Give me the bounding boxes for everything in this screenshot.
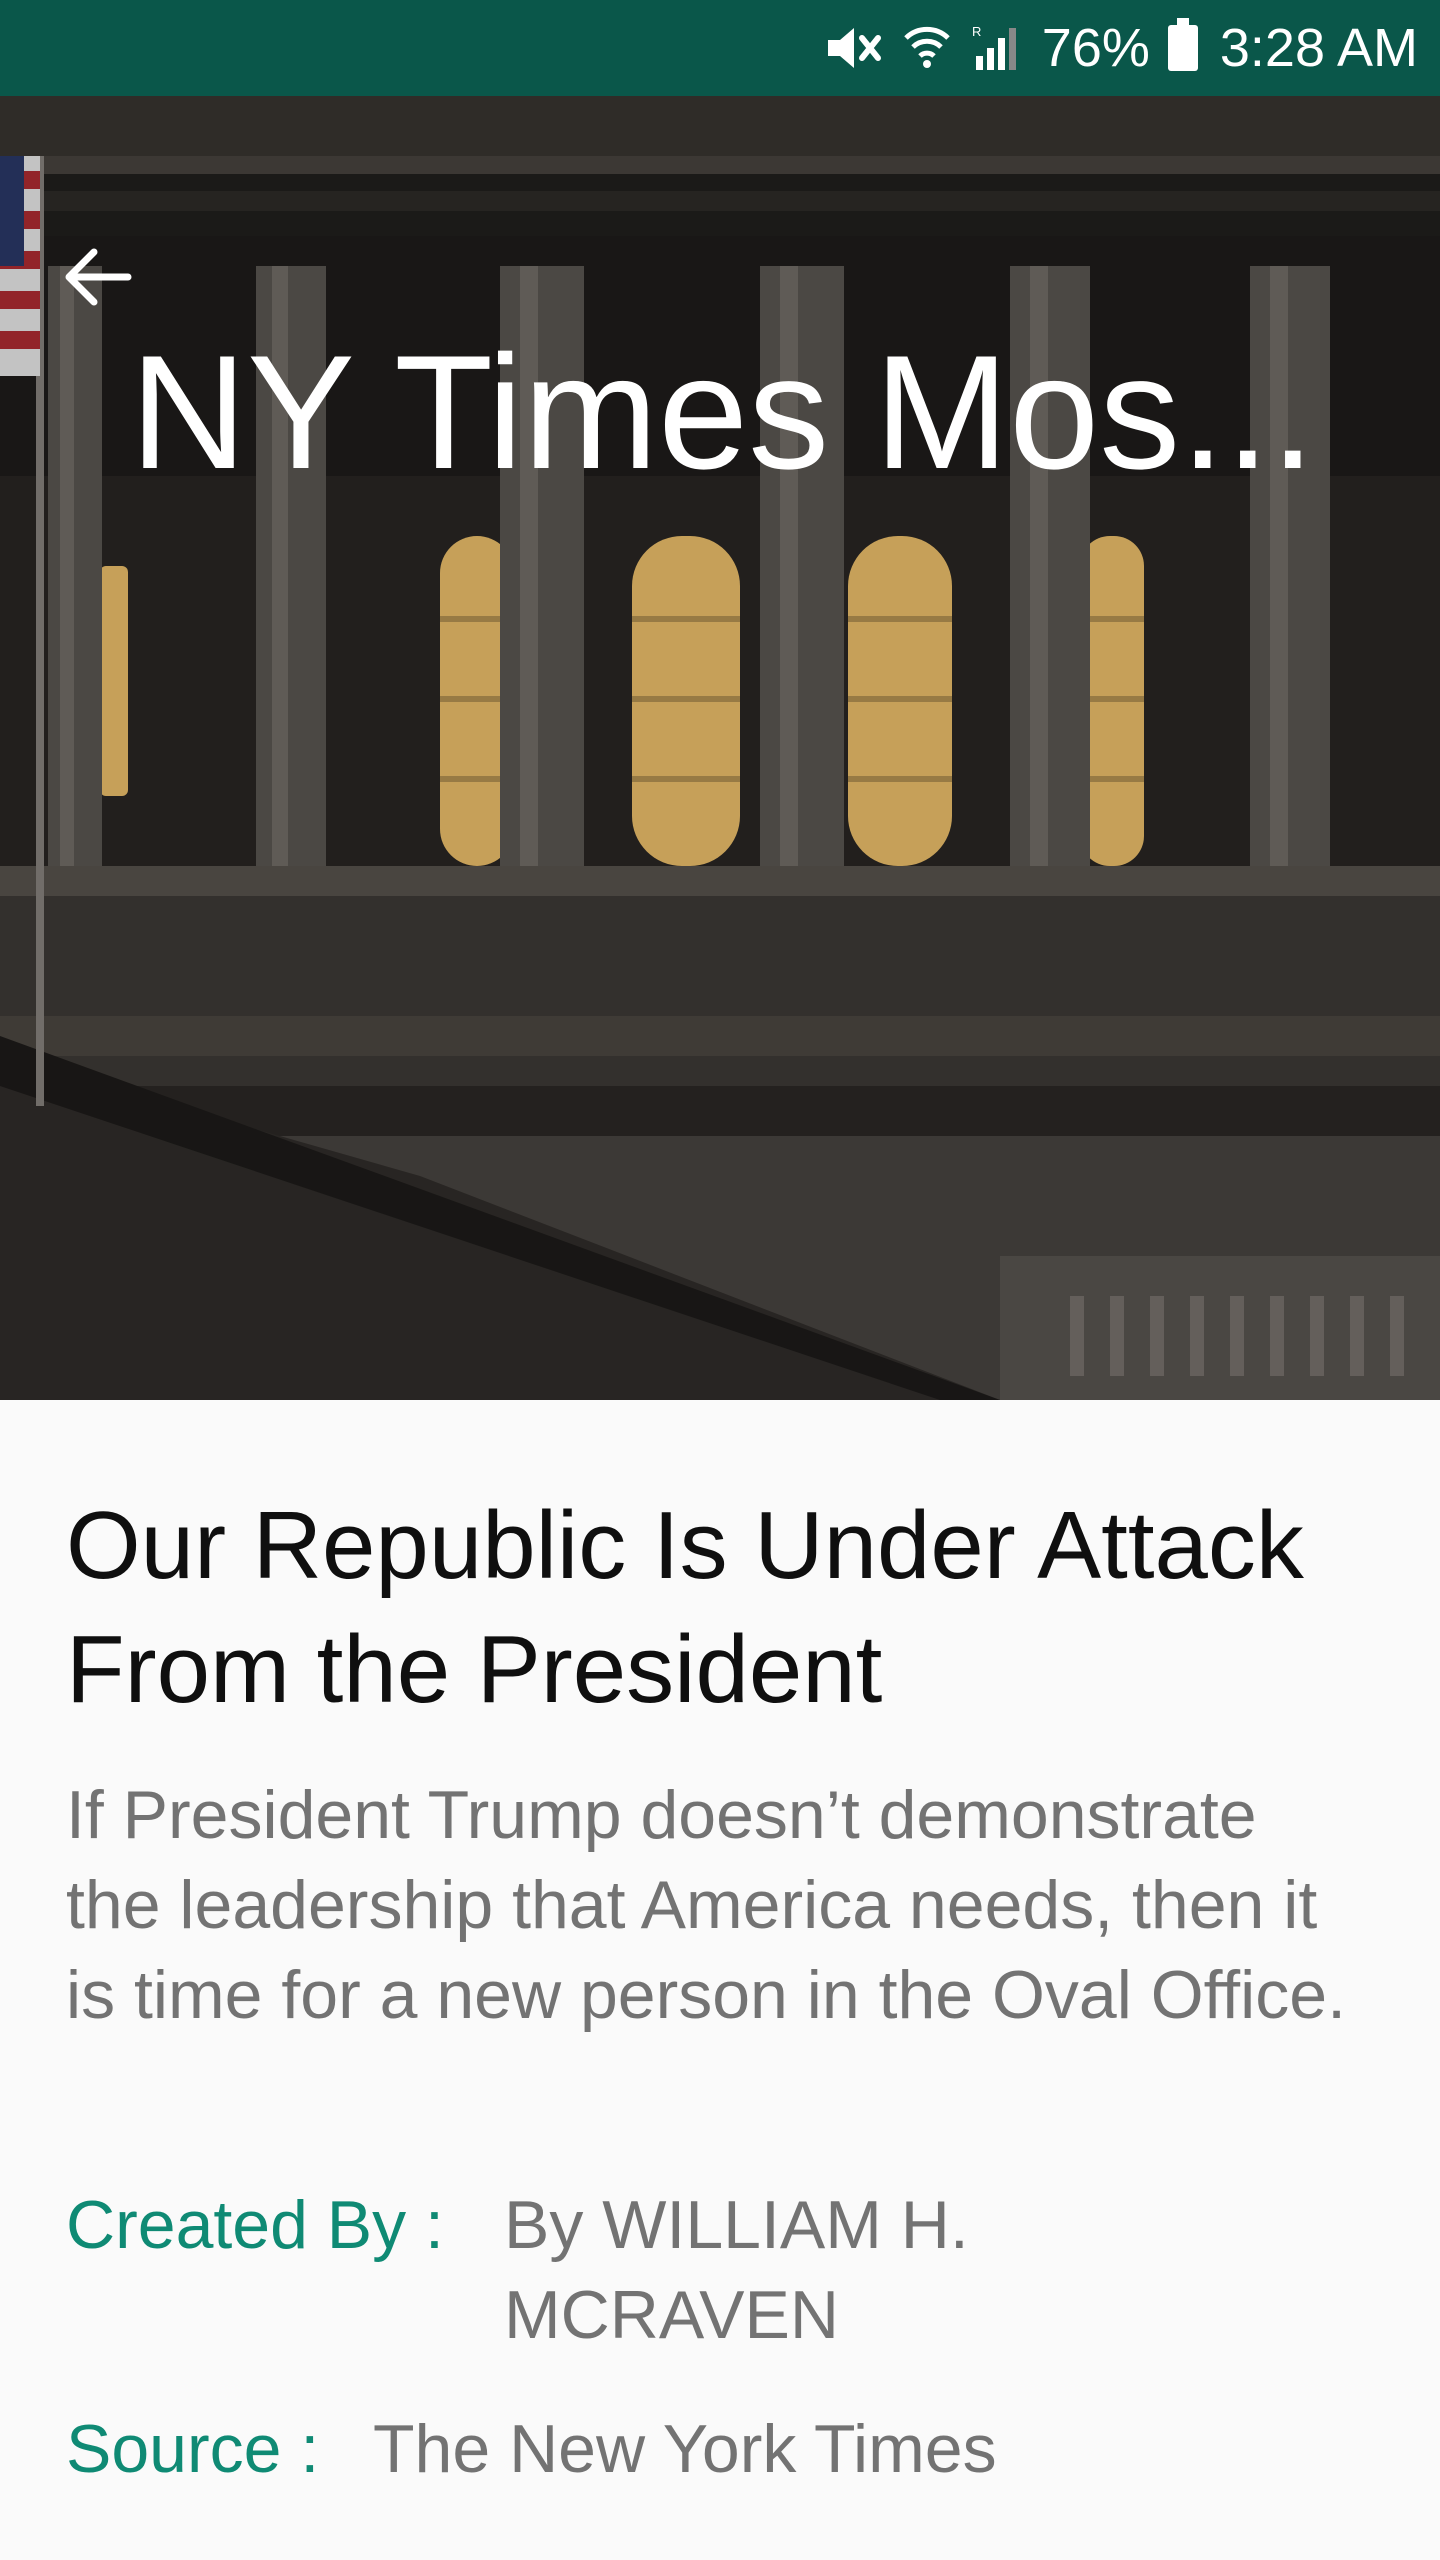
svg-text:R: R <box>972 24 981 39</box>
source-value: The New York Times <box>373 2411 997 2487</box>
source-label: Source : <box>66 2411 320 2487</box>
status-bar: R 76% 3:28 AM <box>0 0 1440 96</box>
battery-percentage: 76% <box>1041 18 1150 78</box>
toolbar-title: NY Times Mos... <box>130 322 1316 503</box>
created-by-row: Created By : By WILLIAM H. MCRAVEN <box>66 2180 1064 2360</box>
article-content: Our Republic Is Under Attack From the Pr… <box>0 1400 1440 2560</box>
capitol-building-image <box>0 96 1440 1400</box>
arrow-left-icon <box>65 248 132 306</box>
article-headline: Our Republic Is Under Attack From the Pr… <box>66 1492 1304 1723</box>
created-by-value: By WILLIAM H. MCRAVEN <box>504 2187 969 2353</box>
article-description: If President Trump doesn’t demonstrate t… <box>66 1777 1346 2033</box>
signal-icon: R <box>970 18 1024 78</box>
mute-icon <box>824 18 884 78</box>
battery-icon <box>1167 18 1198 71</box>
source-row: Source : The New York Times <box>66 2404 997 2494</box>
clock: 3:28 AM <box>1219 18 1418 78</box>
wifi-icon <box>902 18 952 78</box>
hero-image: NY Times Mos... <box>0 96 1440 1400</box>
created-by-label: Created By : <box>66 2187 444 2263</box>
